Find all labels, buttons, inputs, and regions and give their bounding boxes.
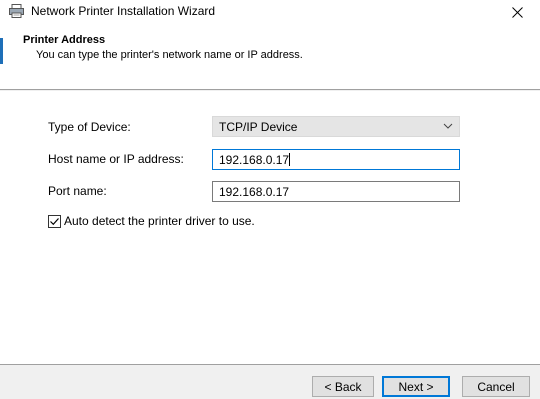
auto-detect-checkbox[interactable] [48,215,61,228]
window-edge-accent [0,38,3,64]
wizard-header: Printer Address You can type the printer… [0,24,540,90]
title-bar[interactable]: Network Printer Installation Wizard [0,0,540,24]
text-caret [289,153,291,166]
host-label: Host name or IP address: [48,152,184,166]
page-title: Printer Address [23,34,106,46]
port-input-value: 192.168.0.17 [219,185,290,199]
printer-icon [9,4,24,18]
device-type-select[interactable]: TCP/IP Device [212,116,460,137]
auto-detect-label[interactable]: Auto detect the printer driver to use. [64,214,255,228]
port-input[interactable]: 192.168.0.17 [212,181,460,202]
port-label: Port name: [48,184,107,198]
next-button[interactable]: Next > [382,376,450,397]
device-type-value: TCP/IP Device [219,120,298,134]
window-title: Network Printer Installation Wizard [31,4,216,18]
chevron-down-icon [443,123,453,129]
close-icon [511,6,523,18]
wizard-footer [0,365,540,399]
device-type-label: Type of Device: [48,120,131,134]
back-button[interactable]: < Back [312,376,374,397]
checkmark-icon [50,218,59,226]
cancel-button[interactable]: Cancel [462,376,530,397]
close-button[interactable] [494,0,540,24]
host-input-value: 192.168.0.17 [219,153,291,167]
host-input[interactable]: 192.168.0.17 [212,149,460,170]
wizard-window: Network Printer Installation Wizard Prin… [0,0,540,399]
page-subtitle: You can type the printer's network name … [36,49,303,61]
